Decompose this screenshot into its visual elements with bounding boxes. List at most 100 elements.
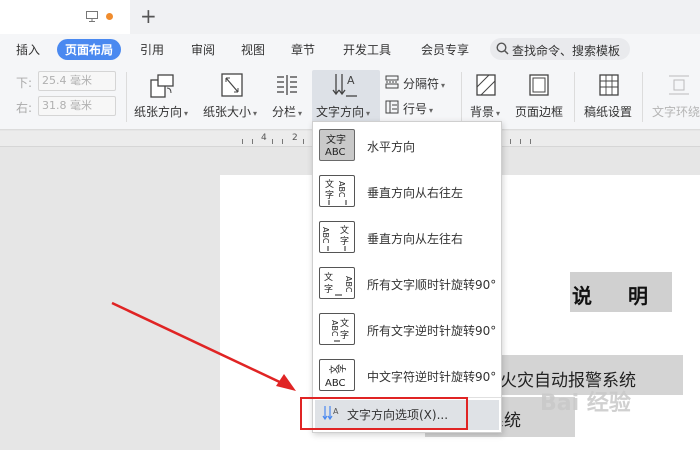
dropdown-item-label: 水平方向: [367, 140, 416, 154]
cjk-rotate-icon: 文字 ABC: [319, 359, 355, 391]
text-direction-caret-icon: ▾: [366, 109, 371, 118]
menu-developer[interactable]: 开发工具: [343, 41, 391, 58]
line-numbers-caret-icon: ▾: [429, 106, 434, 115]
svg-text:ABC: ABC: [321, 227, 330, 244]
svg-text:文: 文: [340, 317, 349, 329]
vertical-ltr-icon: ABC 文字: [319, 221, 355, 253]
svg-text:ABC: ABC: [325, 147, 346, 158]
background-button[interactable]: 背景 ▾: [470, 103, 500, 120]
new-tab-plus-icon[interactable]: +: [140, 6, 157, 26]
page-border-button[interactable]: 页面边框: [515, 103, 563, 120]
breaks-label: 分隔符: [403, 77, 440, 91]
text-direction-dropdown: 文字 ABC 水平方向 文字 ABC 垂直方向从右往左 ABC 文字 垂直方向从左往右…: [312, 121, 502, 433]
rotate-counterclockwise-icon: ABC 文字: [319, 313, 355, 345]
ruler-tick: [272, 139, 273, 144]
columns-caret-icon: ▾: [298, 109, 303, 118]
svg-text:文: 文: [340, 224, 349, 236]
unsaved-dot-icon: [106, 13, 113, 20]
menu-references[interactable]: 引用: [140, 41, 164, 58]
margin-right-field[interactable]: 31.8 毫米: [38, 96, 116, 116]
menu-member[interactable]: 会员专享: [421, 41, 469, 58]
vertical-rtl-icon: 文字 ABC: [319, 175, 355, 207]
svg-text:字: 字: [325, 189, 334, 201]
ruler-tick: [252, 139, 253, 144]
dropdown-item-label: 垂直方向从左往右: [367, 232, 464, 246]
orientation-button[interactable]: 纸张方向 ▾: [134, 103, 188, 120]
svg-text:ABC: ABC: [325, 378, 346, 389]
ribbon-divider: [461, 72, 462, 122]
menu-view[interactable]: 视图: [241, 41, 265, 58]
text-direction-label: 文字方向: [316, 105, 365, 119]
svg-text:ABC: ABC: [330, 320, 339, 337]
paper-size-label: 纸张大小: [203, 105, 252, 119]
annotation-highlight-box: [300, 397, 468, 430]
columns-label: 分栏: [272, 105, 297, 119]
background-caret-icon: ▾: [496, 109, 501, 118]
search-icon: [496, 42, 509, 55]
watermark: Bai 经验: [540, 391, 631, 416]
dropdown-item-horizontal[interactable]: 文字 ABC 水平方向: [313, 124, 501, 168]
background-label: 背景: [470, 105, 495, 119]
rotate-clockwise-icon: 文字 ABC: [319, 267, 355, 299]
dropdown-item-label: 所有文字逆时针旋转90°: [367, 324, 497, 338]
monitor-icon: [86, 11, 98, 22]
dropdown-item-label: 所有文字顺时针旋转90°: [367, 278, 497, 292]
svg-text:文: 文: [325, 178, 334, 190]
orientation-icon: [150, 74, 174, 98]
text-wrap-button[interactable]: 文字环绕: [652, 103, 700, 120]
ruler-tick: [510, 139, 511, 144]
dropdown-item-vertical-ltr[interactable]: ABC 文字 垂直方向从左往右: [313, 216, 501, 260]
paper-size-caret-icon: ▾: [253, 109, 258, 118]
ruler-tick: [282, 139, 283, 144]
menu-review[interactable]: 审阅: [191, 41, 215, 58]
ruler-tick: [520, 139, 521, 144]
draft-paper-button[interactable]: 稿纸设置: [584, 103, 632, 120]
svg-text:文: 文: [324, 271, 333, 283]
page-border-icon: [529, 74, 549, 96]
svg-text:字: 字: [340, 235, 349, 247]
ribbon-divider: [574, 72, 575, 122]
columns-icon: [277, 75, 297, 95]
dropdown-item-label: 垂直方向从右往左: [367, 186, 464, 200]
background-icon: [476, 74, 496, 96]
svg-text:文字: 文字: [326, 133, 346, 146]
line-numbers-button[interactable]: 行号 ▾: [403, 100, 433, 117]
breaks-button[interactable]: 分隔符 ▾: [403, 75, 445, 92]
menu-chapter[interactable]: 章节: [291, 41, 315, 58]
text-direction-icon: A: [332, 74, 357, 97]
columns-button[interactable]: 分栏 ▾: [272, 103, 302, 120]
ribbon-divider: [126, 72, 127, 122]
margin-bottom-field[interactable]: 25.4 毫米: [38, 71, 116, 91]
svg-text:A: A: [347, 74, 355, 87]
text-wrap-icon: [669, 75, 689, 95]
margin-right-label: 右:: [16, 101, 33, 115]
ruler-tick: [242, 139, 243, 144]
margin-bottom-label: 下:: [16, 76, 33, 90]
dropdown-item-cjk-rotate[interactable]: 文字 ABC 中文字符逆时针旋转90°: [313, 354, 501, 398]
svg-text:ABC: ABC: [344, 276, 353, 293]
dropdown-item-label: 中文字符逆时针旋转90°: [367, 370, 497, 384]
horizontal-text-icon: 文字 ABC: [319, 129, 355, 161]
menu-page-layout[interactable]: 页面布局: [57, 39, 122, 60]
dropdown-item-vertical-rtl[interactable]: 文字 ABC 垂直方向从右往左: [313, 170, 501, 214]
draft-paper-icon: [599, 74, 619, 96]
dropdown-item-rotate-ccw[interactable]: ABC 文字 所有文字逆时针旋转90°: [313, 308, 501, 352]
svg-text:字: 字: [336, 364, 348, 373]
orientation-label: 纸张方向: [134, 105, 183, 119]
breaks-icon: [385, 75, 399, 89]
svg-text:字: 字: [340, 329, 349, 341]
ruler-number: 4: [261, 133, 267, 143]
text-direction-label-wrap: 文字方向 ▾: [316, 103, 370, 120]
document-heading[interactable]: 说明: [572, 280, 684, 309]
paper-size-button[interactable]: 纸张大小 ▾: [203, 103, 257, 120]
line-numbers-icon: [385, 100, 399, 114]
paper-size-icon: [221, 73, 243, 97]
orientation-caret-icon: ▾: [184, 109, 189, 118]
ruler-tick: [530, 139, 531, 144]
svg-text:ABC: ABC: [337, 181, 346, 198]
ribbon-divider: [642, 72, 643, 122]
dropdown-item-rotate-cw[interactable]: 文字 ABC 所有文字顺时针旋转90°: [313, 262, 501, 306]
menu-insert[interactable]: 插入: [16, 41, 40, 58]
search-placeholder: 查找命令、搜索模板: [512, 44, 621, 58]
ruler-tick: [303, 139, 304, 144]
